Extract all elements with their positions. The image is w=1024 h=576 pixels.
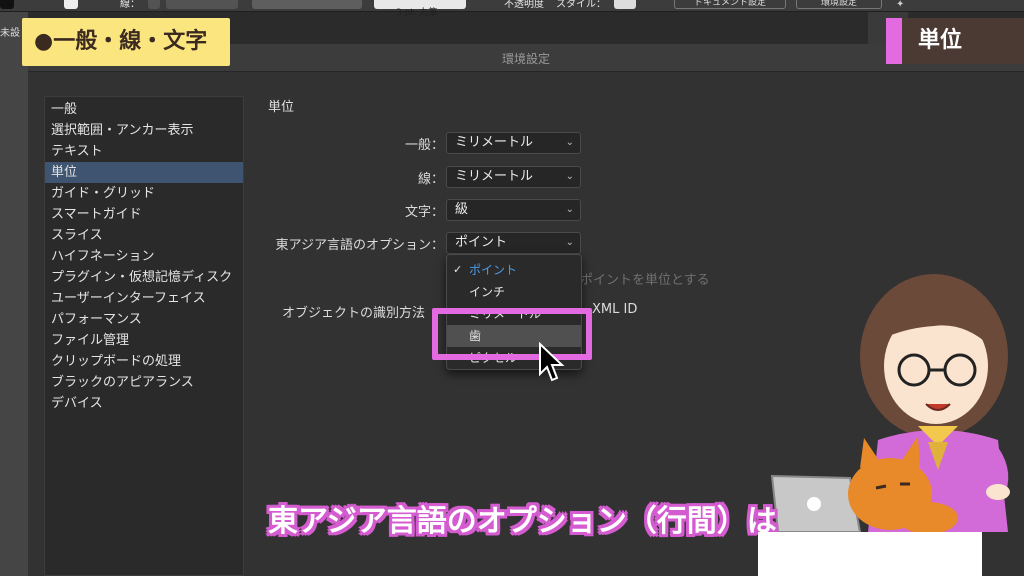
type-unit-label: 文字： bbox=[404, 205, 444, 220]
document-tab-strip bbox=[0, 12, 28, 576]
preferences-button[interactable]: 環境設定 bbox=[796, 0, 882, 9]
style-label: スタイル： bbox=[556, 0, 606, 10]
brush-value: 3 pt. 丸筆 bbox=[396, 8, 438, 18]
dropdown-option-point[interactable]: ✓ ポイント bbox=[447, 259, 581, 281]
units-section-title: 単位 bbox=[268, 100, 295, 115]
variable-width-field[interactable] bbox=[252, 0, 362, 9]
document-tab-label[interactable]: 未設 bbox=[0, 24, 20, 39]
sidebar-item-user-interface[interactable]: ユーザーインターフェイス bbox=[45, 288, 243, 309]
subtitle-caption: 東アジア言語のオプション（行間）は bbox=[268, 504, 777, 539]
stroke-swatch[interactable] bbox=[64, 0, 78, 9]
sidebar-item-units[interactable]: 単位 bbox=[45, 162, 243, 183]
stroke-label: 線： bbox=[120, 0, 140, 10]
sidebar-item-devices[interactable]: デバイス bbox=[45, 393, 243, 414]
sidebar-item-selection[interactable]: 選択範囲・アンカー表示 bbox=[45, 120, 243, 141]
dropdown-option-label: インチ bbox=[469, 285, 506, 299]
sidebar-item-hyphenation[interactable]: ハイフネーション bbox=[45, 246, 243, 267]
arrange-icon[interactable]: ✦ bbox=[896, 0, 904, 11]
stroke-unit-label: 線： bbox=[417, 172, 444, 187]
sidebar-item-clipboard[interactable]: クリップボードの処理 bbox=[45, 351, 243, 372]
highlight-frame bbox=[432, 308, 592, 360]
presenter-illustration bbox=[770, 274, 1010, 532]
sidebar-item-smart-guides[interactable]: スマートガイド bbox=[45, 204, 243, 225]
chevron-down-icon: ⌄ bbox=[565, 204, 574, 215]
sidebar-item-plugins[interactable]: プラグイン・仮想記憶ディスク bbox=[45, 267, 243, 288]
chevron-down-icon: ⌄ bbox=[565, 237, 574, 248]
sidebar-item-type[interactable]: テキスト bbox=[45, 141, 243, 162]
fill-swatch[interactable] bbox=[0, 0, 14, 9]
sidebar-item-slices[interactable]: スライス bbox=[45, 225, 243, 246]
brush-dropdown[interactable]: 3 pt. 丸筆 bbox=[374, 0, 466, 18]
stroke-unit-select[interactable]: ミリメートル ⌄ bbox=[446, 166, 581, 188]
east-asian-unit-select[interactable]: ポイント ⌄ bbox=[446, 232, 581, 254]
sidebar-item-file-handling[interactable]: ファイル管理 bbox=[45, 330, 243, 351]
east-asian-unit-label: 東アジア言語のオプション： bbox=[275, 238, 444, 253]
stroke-weight-field[interactable] bbox=[166, 0, 238, 9]
app-control-bar: 線： 3 pt. 丸筆 不透明度 スタイル： ドキュメント設定 環境設定 ✦ bbox=[0, 0, 1024, 18]
style-swatch[interactable] bbox=[614, 0, 636, 9]
stroke-weight-dropdown[interactable] bbox=[148, 0, 160, 9]
type-unit-value: 級 bbox=[455, 202, 469, 217]
section-badge: 単位 bbox=[886, 18, 1024, 64]
chevron-down-icon: ⌄ bbox=[565, 137, 574, 148]
dropdown-option-label: ポイント bbox=[469, 263, 518, 277]
document-setup-button[interactable]: ドキュメント設定 bbox=[674, 0, 786, 9]
general-unit-select[interactable]: ミリメートル ⌄ bbox=[446, 132, 581, 154]
general-unit-label: 一般： bbox=[404, 138, 444, 153]
checkmark-icon: ✓ bbox=[453, 263, 463, 276]
opacity-label[interactable]: 不透明度 bbox=[504, 0, 544, 11]
use-points-checkbox-label[interactable]: ポイントを単位とする bbox=[580, 269, 710, 288]
chevron-down-icon: ⌄ bbox=[565, 171, 574, 182]
general-unit-value: ミリメートル bbox=[455, 135, 534, 150]
caption-card bbox=[758, 532, 982, 576]
xml-id-option[interactable]: XML ID bbox=[592, 302, 637, 317]
object-identification-label: オブジェクトの識別方法 bbox=[282, 306, 426, 321]
sidebar-item-performance[interactable]: パフォーマンス bbox=[45, 309, 243, 330]
east-asian-unit-value: ポイント bbox=[455, 235, 508, 250]
topic-badge: ●一般・線・文字 bbox=[22, 18, 230, 66]
type-unit-select[interactable]: 級 ⌄ bbox=[446, 199, 581, 221]
sidebar-item-general[interactable]: 一般 bbox=[45, 99, 243, 120]
sidebar-item-black-appearance[interactable]: ブラックのアピアランス bbox=[45, 372, 243, 393]
preferences-sidebar: 一般 選択範囲・アンカー表示 テキスト 単位 ガイド・グリッド スマートガイド … bbox=[44, 96, 244, 576]
mouse-pointer-icon bbox=[539, 342, 565, 382]
stroke-unit-value: ミリメートル bbox=[455, 169, 534, 184]
dropdown-option-inch[interactable]: インチ bbox=[447, 281, 581, 303]
sidebar-item-guides-grid[interactable]: ガイド・グリッド bbox=[45, 183, 243, 204]
